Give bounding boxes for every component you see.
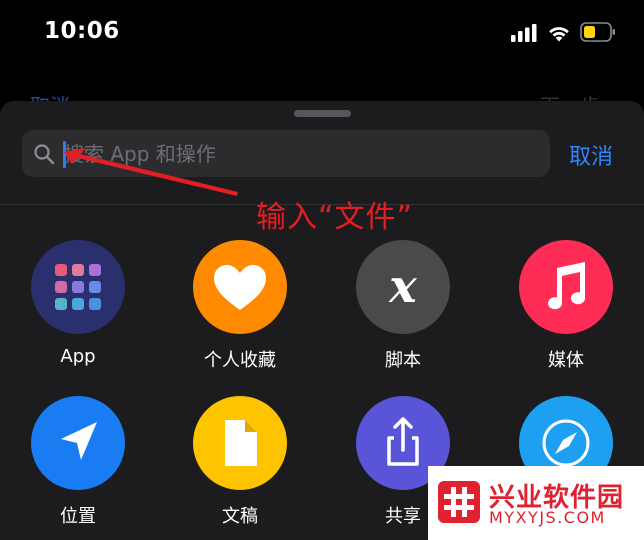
category-label: 脚本	[385, 350, 421, 371]
hash-logo-icon	[438, 481, 480, 523]
battery-icon	[580, 22, 615, 42]
svg-text:x: x	[388, 259, 417, 313]
annotation-text: 输入“文件”	[256, 200, 414, 235]
category-documents[interactable]: 文稿	[180, 396, 300, 528]
category-app[interactable]: App	[18, 240, 138, 367]
wifi-icon	[549, 27, 569, 42]
category-location[interactable]: 位置	[18, 396, 138, 528]
category-label: 个人收藏	[204, 350, 276, 371]
cancel-button[interactable]: 取消	[569, 139, 613, 171]
location-arrow-icon	[31, 396, 125, 490]
heart-icon	[193, 240, 287, 334]
document-icon	[193, 396, 287, 490]
category-media[interactable]: 媒体	[506, 240, 626, 372]
category-favorites[interactable]: 个人收藏	[180, 240, 300, 372]
music-note-icon	[519, 240, 613, 334]
category-label: 媒体	[548, 350, 584, 371]
category-label: 文稿	[222, 506, 258, 527]
status-time: 10:06	[44, 18, 120, 44]
annotation-arrow-icon	[64, 148, 238, 196]
cellular-signal-icon	[511, 24, 537, 42]
app-grid-icon	[31, 240, 125, 334]
search-icon	[34, 144, 55, 165]
category-label: App	[60, 346, 96, 367]
script-x-icon: x	[356, 240, 450, 334]
category-label: 位置	[60, 506, 96, 527]
watermark-url: MYXYJS.COM	[489, 508, 606, 527]
sheet-grabber[interactable]	[294, 110, 351, 117]
category-scripting[interactable]: x 脚本	[343, 240, 463, 372]
